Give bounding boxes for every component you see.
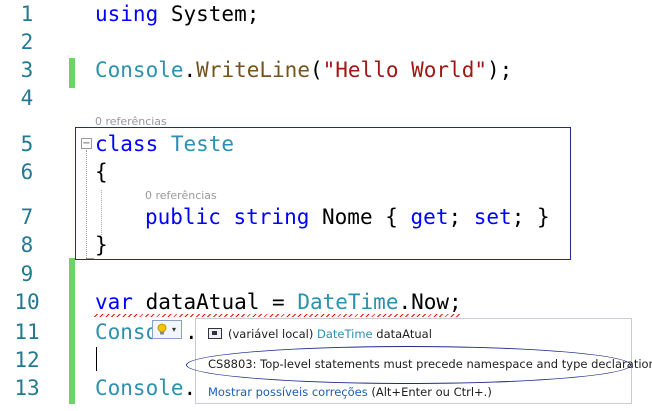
code-line: 6 { xyxy=(0,158,652,187)
code-text: public string Nome { get; set; } xyxy=(145,205,550,229)
type-link[interactable]: DateTime xyxy=(317,327,373,341)
line-number: 9 xyxy=(20,262,34,286)
show-fixes-link[interactable]: Mostrar possíveis correções xyxy=(208,385,368,399)
code-line: 1 using System; xyxy=(0,0,652,29)
local-variable-icon xyxy=(208,328,222,339)
error-message: CS8803: Top-level statements must preced… xyxy=(208,357,652,371)
line-number: 11 xyxy=(14,320,40,344)
code-line: 4 xyxy=(0,84,652,113)
code-editor[interactable]: 0 referências 0 referências ⊟− 1 using S… xyxy=(0,0,652,411)
code-line: 8 } xyxy=(0,231,652,260)
line-number: 10 xyxy=(14,290,40,314)
code-text: using System; xyxy=(95,2,260,26)
line-number: 12 xyxy=(14,348,40,372)
fixes-row: Mostrar possíveis correções (Alt+Enter o… xyxy=(208,385,492,399)
code-line: 10 var dataAtual = DateTime.Now; xyxy=(0,288,652,317)
line-number: 6 xyxy=(20,160,34,184)
code-line: 3 Console.WriteLine("Hello World"); xyxy=(0,56,652,85)
error-squiggle xyxy=(94,314,462,317)
line-number: 7 xyxy=(20,205,34,229)
code-text: class Teste xyxy=(95,132,235,156)
line-number: 3 xyxy=(20,58,34,82)
text-caret xyxy=(96,347,97,371)
line-number: 8 xyxy=(20,233,34,257)
code-line: 7 public string Nome { get; set; } xyxy=(0,203,652,232)
code-line: 5 class Teste xyxy=(0,130,652,159)
quickinfo-tooltip: (variável local) DateTime dataAtual CS88… xyxy=(186,318,652,404)
line-number: 1 xyxy=(20,2,34,26)
code-text: } xyxy=(95,233,108,257)
code-text: Console.WriteLine("Hello World"); xyxy=(95,58,513,82)
code-text: var dataAtual = DateTime.Now; xyxy=(95,290,462,314)
code-text: Conso. xyxy=(95,320,198,344)
chevron-down-icon: ▾ xyxy=(172,325,177,334)
line-number: 2 xyxy=(20,30,34,54)
lightbulb-icon xyxy=(157,323,167,336)
code-line: 9 xyxy=(0,260,652,289)
line-number: 4 xyxy=(20,86,34,110)
quick-actions-button[interactable]: ▾ xyxy=(152,320,182,339)
line-number: 5 xyxy=(20,132,34,156)
code-text: { xyxy=(95,160,108,184)
code-text: Console. xyxy=(95,376,197,400)
line-number: 13 xyxy=(14,376,40,400)
code-line: 2 xyxy=(0,28,652,57)
symbol-info: (variável local) DateTime dataAtual xyxy=(208,327,432,341)
